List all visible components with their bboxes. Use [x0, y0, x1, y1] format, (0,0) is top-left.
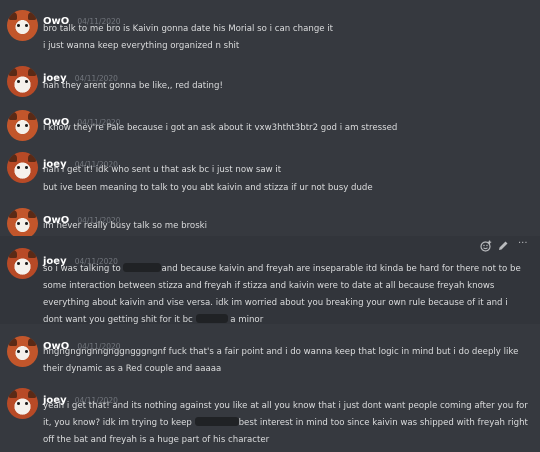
- avatar-eye: [25, 124, 28, 127]
- avatar-ear: [28, 68, 36, 76]
- avatar[interactable]: [7, 208, 38, 239]
- message-text: i know they're Pale because i got an ask…: [43, 123, 398, 133]
- avatar-ear: [9, 210, 17, 218]
- message-text: im never really busy talk so me broski: [43, 221, 208, 231]
- avatar-eye: [17, 166, 20, 169]
- avatar[interactable]: [7, 66, 38, 97]
- avatar-eye: [17, 350, 20, 353]
- message-text: it, you know? idk im trying to keep best…: [43, 417, 528, 428]
- avatar-ear: [9, 338, 17, 346]
- avatar[interactable]: [7, 336, 38, 367]
- message-group: OwO 04/11/2020 hngngngngnngnggngggngnf f…: [0, 330, 540, 380]
- message-group: joey 04/11/2020 yeah i get that! and its…: [0, 384, 540, 452]
- redaction: [195, 314, 228, 323]
- avatar-eye: [25, 350, 28, 353]
- avatar-eye: [17, 402, 20, 405]
- avatar[interactable]: [7, 110, 38, 141]
- avatar-ear: [28, 154, 36, 162]
- avatar-ear: [28, 390, 36, 398]
- avatar-ear: [28, 12, 36, 20]
- avatar-eye: [17, 24, 20, 27]
- avatar-ear: [9, 112, 17, 120]
- message-text: nah i get it! idk who sent u that ask bc…: [43, 165, 282, 175]
- add-reaction-icon[interactable]: [480, 240, 492, 255]
- message-text: i just wanna keep everything organized n…: [43, 41, 240, 51]
- avatar-eye: [25, 166, 28, 169]
- avatar-eye: [25, 402, 28, 405]
- message-text: dont want you getting shit for it bc a m…: [43, 314, 264, 325]
- message-text: hngngngngnngnggngggngnf fuck that's a fa…: [43, 347, 519, 357]
- more-icon[interactable]: ···: [518, 238, 528, 249]
- avatar-ear: [9, 390, 17, 398]
- avatar-ear: [9, 12, 17, 20]
- avatar-eye: [25, 222, 28, 225]
- redaction: [123, 263, 162, 272]
- message-text: bro talk to me bro is Kaivin gonna date …: [43, 24, 334, 34]
- message-text: nah they arent gonna be like,, red datin…: [43, 81, 223, 91]
- message-group: joey 04/11/2020 so i was talking to and …: [0, 236, 540, 325]
- avatar[interactable]: [7, 10, 38, 41]
- avatar-ear: [28, 250, 36, 258]
- avatar-eye: [17, 80, 20, 83]
- message-actions-bar: ···: [480, 238, 540, 256]
- message-text: but ive been meaning to talk to you abt …: [43, 183, 373, 193]
- pencil-icon[interactable]: [498, 240, 509, 254]
- avatar-eye: [25, 262, 28, 265]
- message-text: off the bat and freyah is a huge part of…: [43, 435, 270, 445]
- avatar-eye: [25, 24, 28, 27]
- avatar-eye: [17, 262, 20, 265]
- avatar-ear: [28, 210, 36, 218]
- avatar-ear: [28, 112, 36, 120]
- message-text: their dynamic as a Red couple and aaaaa: [43, 364, 222, 374]
- avatar-ear: [9, 250, 17, 258]
- message-text: yeah i get that! and its nothing against…: [43, 401, 528, 411]
- message-text: so i was talking to and because kaivin a…: [43, 263, 521, 274]
- message-group: OwO 04/11/2020 i know they're Pale becau…: [0, 106, 540, 146]
- avatar[interactable]: [7, 388, 38, 419]
- avatar[interactable]: [7, 152, 38, 183]
- message-text: some interaction between stizza and frey…: [43, 281, 495, 291]
- avatar-eye: [17, 124, 20, 127]
- avatar-eye: [25, 80, 28, 83]
- message-text: everything about kaivin and vise versa. …: [43, 298, 508, 308]
- message-group: joey 04/11/2020 nah i get it! idk who se…: [0, 148, 540, 202]
- avatar[interactable]: [7, 248, 38, 279]
- avatar-ear: [9, 68, 17, 76]
- redaction: [194, 417, 239, 426]
- avatar-ear: [28, 338, 36, 346]
- message-group: joey 04/11/2020 nah they arent gonna be …: [0, 62, 540, 102]
- avatar-ear: [9, 154, 17, 162]
- avatar-eye: [17, 222, 20, 225]
- message-group: OwO 04/11/2020 bro talk to me bro is Kai…: [0, 0, 540, 51]
